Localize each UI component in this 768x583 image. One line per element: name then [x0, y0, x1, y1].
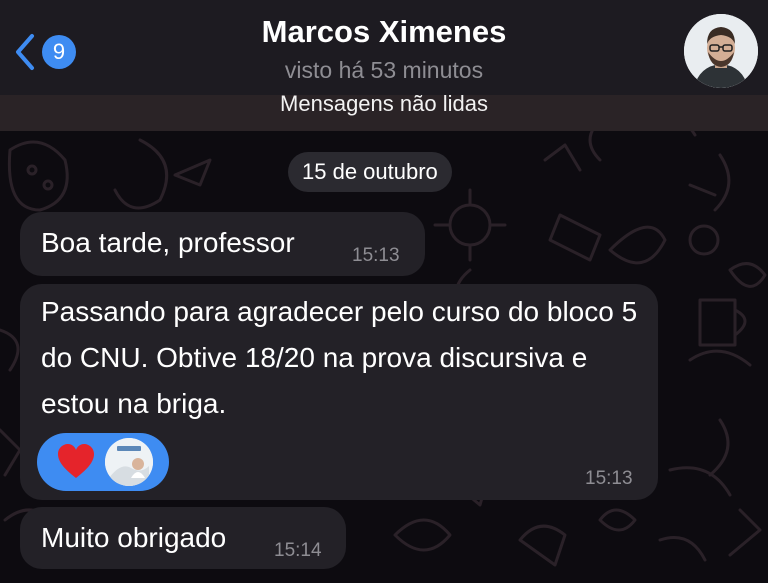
heart-icon	[58, 444, 94, 478]
message-time: 15:13	[352, 245, 400, 266]
message-text: Muito obrigado	[41, 522, 227, 553]
date-separator: 15 de outubro	[288, 152, 452, 192]
message-time: 15:14	[274, 540, 322, 561]
unread-messages-label: Mensagens não lidas	[280, 91, 488, 116]
unread-messages-banner: Mensagens não lidas	[0, 93, 768, 131]
message-text: Boa tarde, professor	[41, 227, 295, 258]
contact-name[interactable]: Marcos Ximenes	[0, 14, 768, 50]
chat-header: 9 Marcos Ximenes visto há 53 minutos	[0, 0, 768, 95]
message-text: Passando para agradecer pelo curso do bl…	[41, 296, 638, 419]
contact-last-seen: visto há 53 minutos	[284, 57, 484, 83]
reaction-pill[interactable]	[37, 433, 169, 491]
reactor-avatar	[105, 438, 153, 486]
contact-avatar[interactable]	[684, 14, 758, 88]
message-time: 15:13	[585, 468, 633, 489]
